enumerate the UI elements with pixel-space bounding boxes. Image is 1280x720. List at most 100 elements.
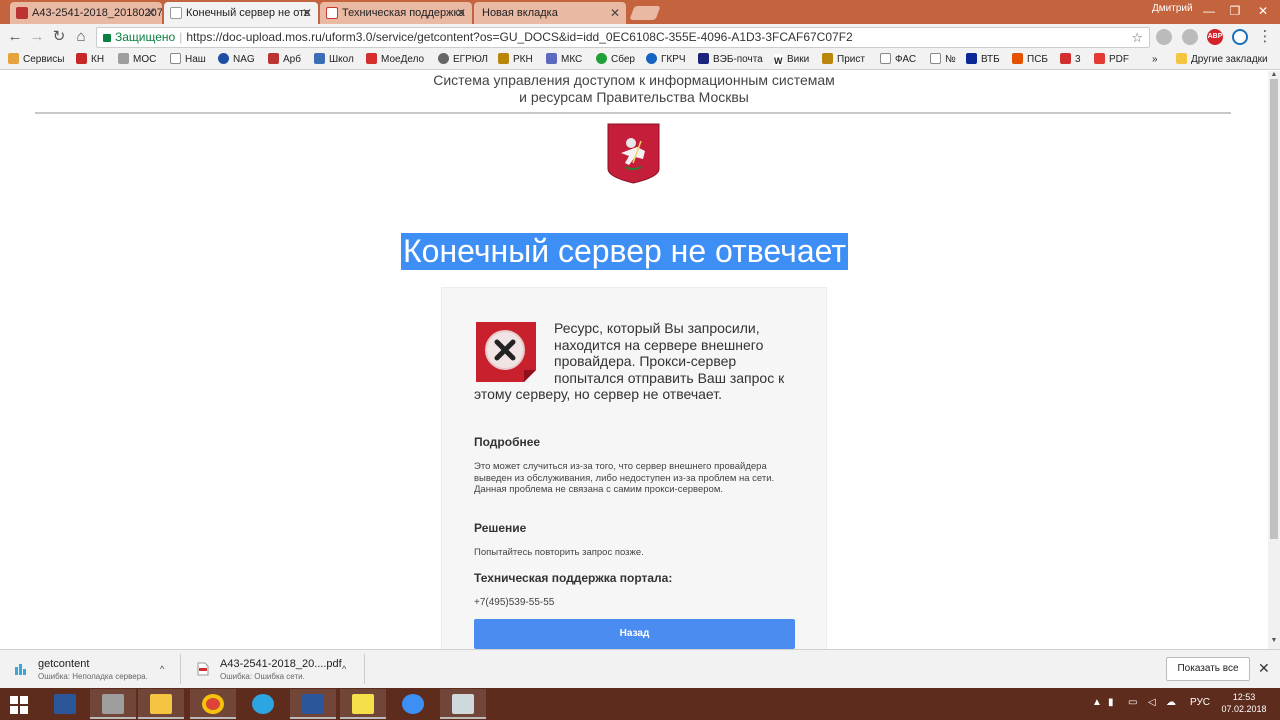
close-icon[interactable]: ✕ xyxy=(456,2,466,24)
home-icon[interactable]: ⌂ xyxy=(72,28,90,46)
scroll-down-icon[interactable]: ▼ xyxy=(1268,637,1280,644)
address-bar[interactable]: Защищено | https://doc-upload.mos.ru/uform… xyxy=(96,27,1150,48)
bookmark-icon xyxy=(546,53,557,64)
tab-a43-document[interactable]: A43-2541-2018_20180207 ✕ xyxy=(10,2,162,24)
bookmark-sber[interactable]: Сбер xyxy=(596,53,635,67)
download-name: getcontent xyxy=(38,658,90,670)
bookmark-za[interactable]: 3 xyxy=(1060,53,1081,67)
forward-arrow-icon[interactable]: → xyxy=(28,28,46,46)
system-title: Система управления доступом к информацио… xyxy=(0,72,1268,106)
chevron-up-icon[interactable]: ^ xyxy=(160,664,164,674)
bookmark-psb[interactable]: ПСБ xyxy=(1012,53,1048,67)
bookmark-other[interactable]: Другие закладки xyxy=(1176,53,1268,67)
bookmark-prist[interactable]: Прист xyxy=(822,53,865,67)
maximize-button[interactable]: ❐ xyxy=(1222,1,1248,21)
bookmark-icon xyxy=(698,53,709,64)
chevron-up-icon[interactable]: ^ xyxy=(342,664,346,674)
bookmark-icon xyxy=(438,53,449,64)
download-status: Ошибка: Ошибка сети. xyxy=(220,672,305,681)
bookmark-arb[interactable]: Арб xyxy=(268,53,301,67)
tab-label: Техническая поддержка xyxy=(342,7,465,19)
bookmarks-overflow[interactable]: » xyxy=(1152,53,1158,67)
system-clock[interactable]: 12:53 07.02.2018 xyxy=(1218,691,1270,715)
bookmark-egrul[interactable]: ЕГРЮЛ xyxy=(438,53,488,67)
pdf-file-icon xyxy=(197,662,209,676)
scroll-thumb[interactable] xyxy=(1270,79,1278,539)
reload-icon[interactable]: ↻ xyxy=(50,28,68,46)
adblock-icon[interactable]: ABP xyxy=(1207,29,1223,45)
close-icon[interactable]: ✕ xyxy=(610,2,620,24)
bookmark-icon xyxy=(966,53,977,64)
language-indicator[interactable]: РУС xyxy=(1190,697,1210,708)
tab-server-not-responding[interactable]: Конечный сервер не отв ✕ xyxy=(164,2,318,24)
wikipedia-icon: W xyxy=(774,54,783,66)
taskbar-app[interactable] xyxy=(440,689,486,719)
tab-strip: A43-2541-2018_20180207 ✕ Конечный сервер… xyxy=(0,0,1280,24)
bookmark-shkol[interactable]: Школ xyxy=(314,53,354,67)
taskbar-app[interactable] xyxy=(138,689,184,719)
bookmark-kn[interactable]: КН xyxy=(76,53,104,67)
taskbar-app[interactable] xyxy=(42,689,88,719)
windows-start-icon[interactable] xyxy=(10,696,28,714)
bookmark-fas[interactable]: ФАС xyxy=(880,53,916,67)
bookmark-veb-mail[interactable]: ВЭБ-почта xyxy=(698,53,763,67)
solution-text: Попытайтесь повторить запрос позже. xyxy=(474,547,644,558)
bookmark-nash[interactable]: Наш xyxy=(170,53,206,67)
tab-tech-support[interactable]: Техническая поддержка ✕ xyxy=(320,2,472,24)
volume-icon[interactable]: ◁ xyxy=(1148,697,1156,708)
tab-new[interactable]: Новая вкладка ✕ xyxy=(474,2,626,24)
menu-icon[interactable]: ⋮ xyxy=(1256,28,1274,46)
close-window-button[interactable]: ✕ xyxy=(1250,1,1276,21)
close-icon[interactable]: ✕ xyxy=(1258,660,1270,677)
taskbar-chrome[interactable] xyxy=(190,689,236,719)
bookmark-services[interactable]: Сервисы xyxy=(8,53,64,67)
close-icon[interactable]: ✕ xyxy=(146,2,156,24)
skype-extension-icon[interactable] xyxy=(1182,29,1198,45)
bookmark-mks[interactable]: МКС xyxy=(546,53,582,67)
battery-icon[interactable]: ▭ xyxy=(1128,697,1137,708)
bookmark-wiki[interactable]: W Вики xyxy=(774,53,809,67)
tab-label: Конечный сервер не отв xyxy=(186,7,311,19)
taskbar-cloud[interactable] xyxy=(390,689,436,719)
bookmark-gkrch[interactable]: ГКРЧ xyxy=(646,53,686,67)
system-title-line1: Система управления доступом к информацио… xyxy=(433,72,835,88)
calculator-icon xyxy=(102,694,124,714)
minimize-button[interactable]: — xyxy=(1196,1,1222,21)
cloud-extension-icon[interactable] xyxy=(1156,29,1172,45)
bookmark-pdf[interactable]: PDF xyxy=(1094,53,1129,67)
show-all-downloads-button[interactable]: Показать все xyxy=(1166,657,1250,681)
page-icon xyxy=(170,53,181,64)
taskbar-app[interactable] xyxy=(340,689,386,719)
drive-extension-icon[interactable] xyxy=(1232,29,1248,45)
windows-taskbar: ▲ ▮ ▭ ◁ ☁ РУС 12:53 07.02.2018 xyxy=(0,688,1280,720)
apps-icon xyxy=(8,53,19,64)
page-viewport: Система управления доступом к информацио… xyxy=(0,71,1268,649)
support-icon xyxy=(326,7,338,19)
taskbar-word[interactable] xyxy=(290,689,336,719)
bookmark-vtb[interactable]: ВТБ xyxy=(966,53,1000,67)
lock-icon xyxy=(103,34,111,42)
bookmark-rkn[interactable]: РКН xyxy=(498,53,533,67)
bookmark-mos[interactable]: МОС xyxy=(118,53,156,67)
page-scrollbar[interactable]: ▲ ▼ xyxy=(1268,71,1280,649)
coat-of-arms-icon xyxy=(16,7,28,19)
bookmark-nag[interactable]: NAG xyxy=(218,53,255,67)
new-tab-button[interactable] xyxy=(629,6,661,20)
bookmark-icon xyxy=(366,53,377,64)
bookmark-number[interactable]: № xyxy=(930,53,956,67)
page-icon xyxy=(170,7,182,19)
onedrive-icon[interactable]: ☁ xyxy=(1166,697,1176,708)
network-icon[interactable]: ▮ xyxy=(1108,697,1114,708)
taskbar-telegram[interactable] xyxy=(240,689,286,719)
download-item-pdf[interactable]: A43-2541-2018_20....pdf Ошибка: Ошибка с… xyxy=(220,658,342,684)
back-arrow-icon[interactable]: ← xyxy=(6,28,24,46)
taskbar-app[interactable] xyxy=(90,689,136,719)
bookmark-star-icon[interactable]: ☆ xyxy=(1131,28,1143,47)
download-item-getcontent[interactable]: getcontent Ошибка: Неполадка сервера. xyxy=(38,658,148,684)
scroll-up-icon[interactable]: ▲ xyxy=(1268,71,1280,78)
profile-name[interactable]: Дмитрий xyxy=(1152,3,1193,14)
close-icon[interactable]: ✕ xyxy=(302,2,312,24)
chevron-up-icon[interactable]: ▲ xyxy=(1092,697,1102,708)
bookmark-moedelo[interactable]: МоеДело xyxy=(366,53,424,67)
back-button[interactable]: Назад xyxy=(474,619,795,649)
